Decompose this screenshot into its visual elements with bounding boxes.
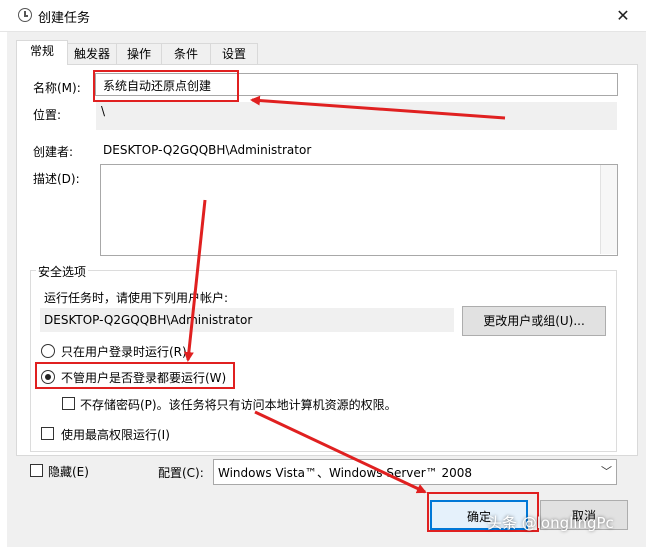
tab-conditions[interactable]: 条件 bbox=[161, 43, 211, 64]
checkbox-run-highest-privileges[interactable] bbox=[41, 427, 54, 440]
title-bar bbox=[0, 0, 646, 32]
run-highest-privileges-label[interactable]: 使用最高权限运行(I) bbox=[61, 426, 170, 443]
do-not-store-password-label[interactable]: 不存储密码(P)。该任务将只有访问本地计算机资源的权限。 bbox=[80, 396, 397, 413]
configure-for-value: Windows Vista™、Windows Server™ 2008 bbox=[218, 466, 473, 480]
change-user-button[interactable]: 更改用户或组(U)... bbox=[462, 306, 606, 336]
tab-general[interactable]: 常规 bbox=[16, 40, 68, 65]
checkbox-do-not-store-password[interactable] bbox=[62, 397, 75, 410]
author-label: 创建者: bbox=[33, 145, 74, 159]
description-label: 描述(D): bbox=[33, 172, 80, 186]
highlight-name-field bbox=[93, 70, 239, 102]
description-scrollbar[interactable] bbox=[600, 165, 617, 254]
security-options-title: 安全选项 bbox=[36, 263, 89, 280]
location-field bbox=[96, 102, 617, 130]
hidden-label[interactable]: 隐藏(E) bbox=[48, 463, 89, 480]
clock-icon bbox=[18, 8, 32, 22]
close-button[interactable]: ✕ bbox=[610, 4, 636, 28]
location-label: 位置: bbox=[33, 108, 62, 122]
highlight-run-always bbox=[35, 362, 235, 389]
tab-actions[interactable]: 操作 bbox=[116, 43, 162, 64]
window-title: 创建任务 bbox=[38, 11, 91, 26]
description-textarea[interactable] bbox=[100, 164, 618, 256]
run-as-label: 运行任务时，请使用下列用户帐户: bbox=[44, 291, 229, 305]
watermark-text: 头条 @longlingPc bbox=[487, 514, 614, 532]
tab-settings[interactable]: 设置 bbox=[210, 43, 258, 64]
chevron-down-icon[interactable]: ﹀ bbox=[601, 463, 612, 479]
configure-for-label: 配置(C): bbox=[158, 466, 204, 480]
radio-logged-on-label[interactable]: 只在用户登录时运行(R) bbox=[61, 343, 187, 360]
background-window-edge bbox=[0, 32, 7, 547]
author-value: DESKTOP-Q2GQQBH\Administrator bbox=[103, 143, 312, 157]
radio-logged-on-only[interactable] bbox=[41, 344, 55, 358]
checkbox-hidden[interactable] bbox=[30, 464, 43, 477]
tab-triggers[interactable]: 触发器 bbox=[67, 43, 117, 64]
location-value: \ bbox=[101, 104, 106, 118]
run-as-value: DESKTOP-Q2GQQBH\Administrator bbox=[44, 313, 253, 327]
name-label: 名称(M): bbox=[33, 81, 81, 95]
